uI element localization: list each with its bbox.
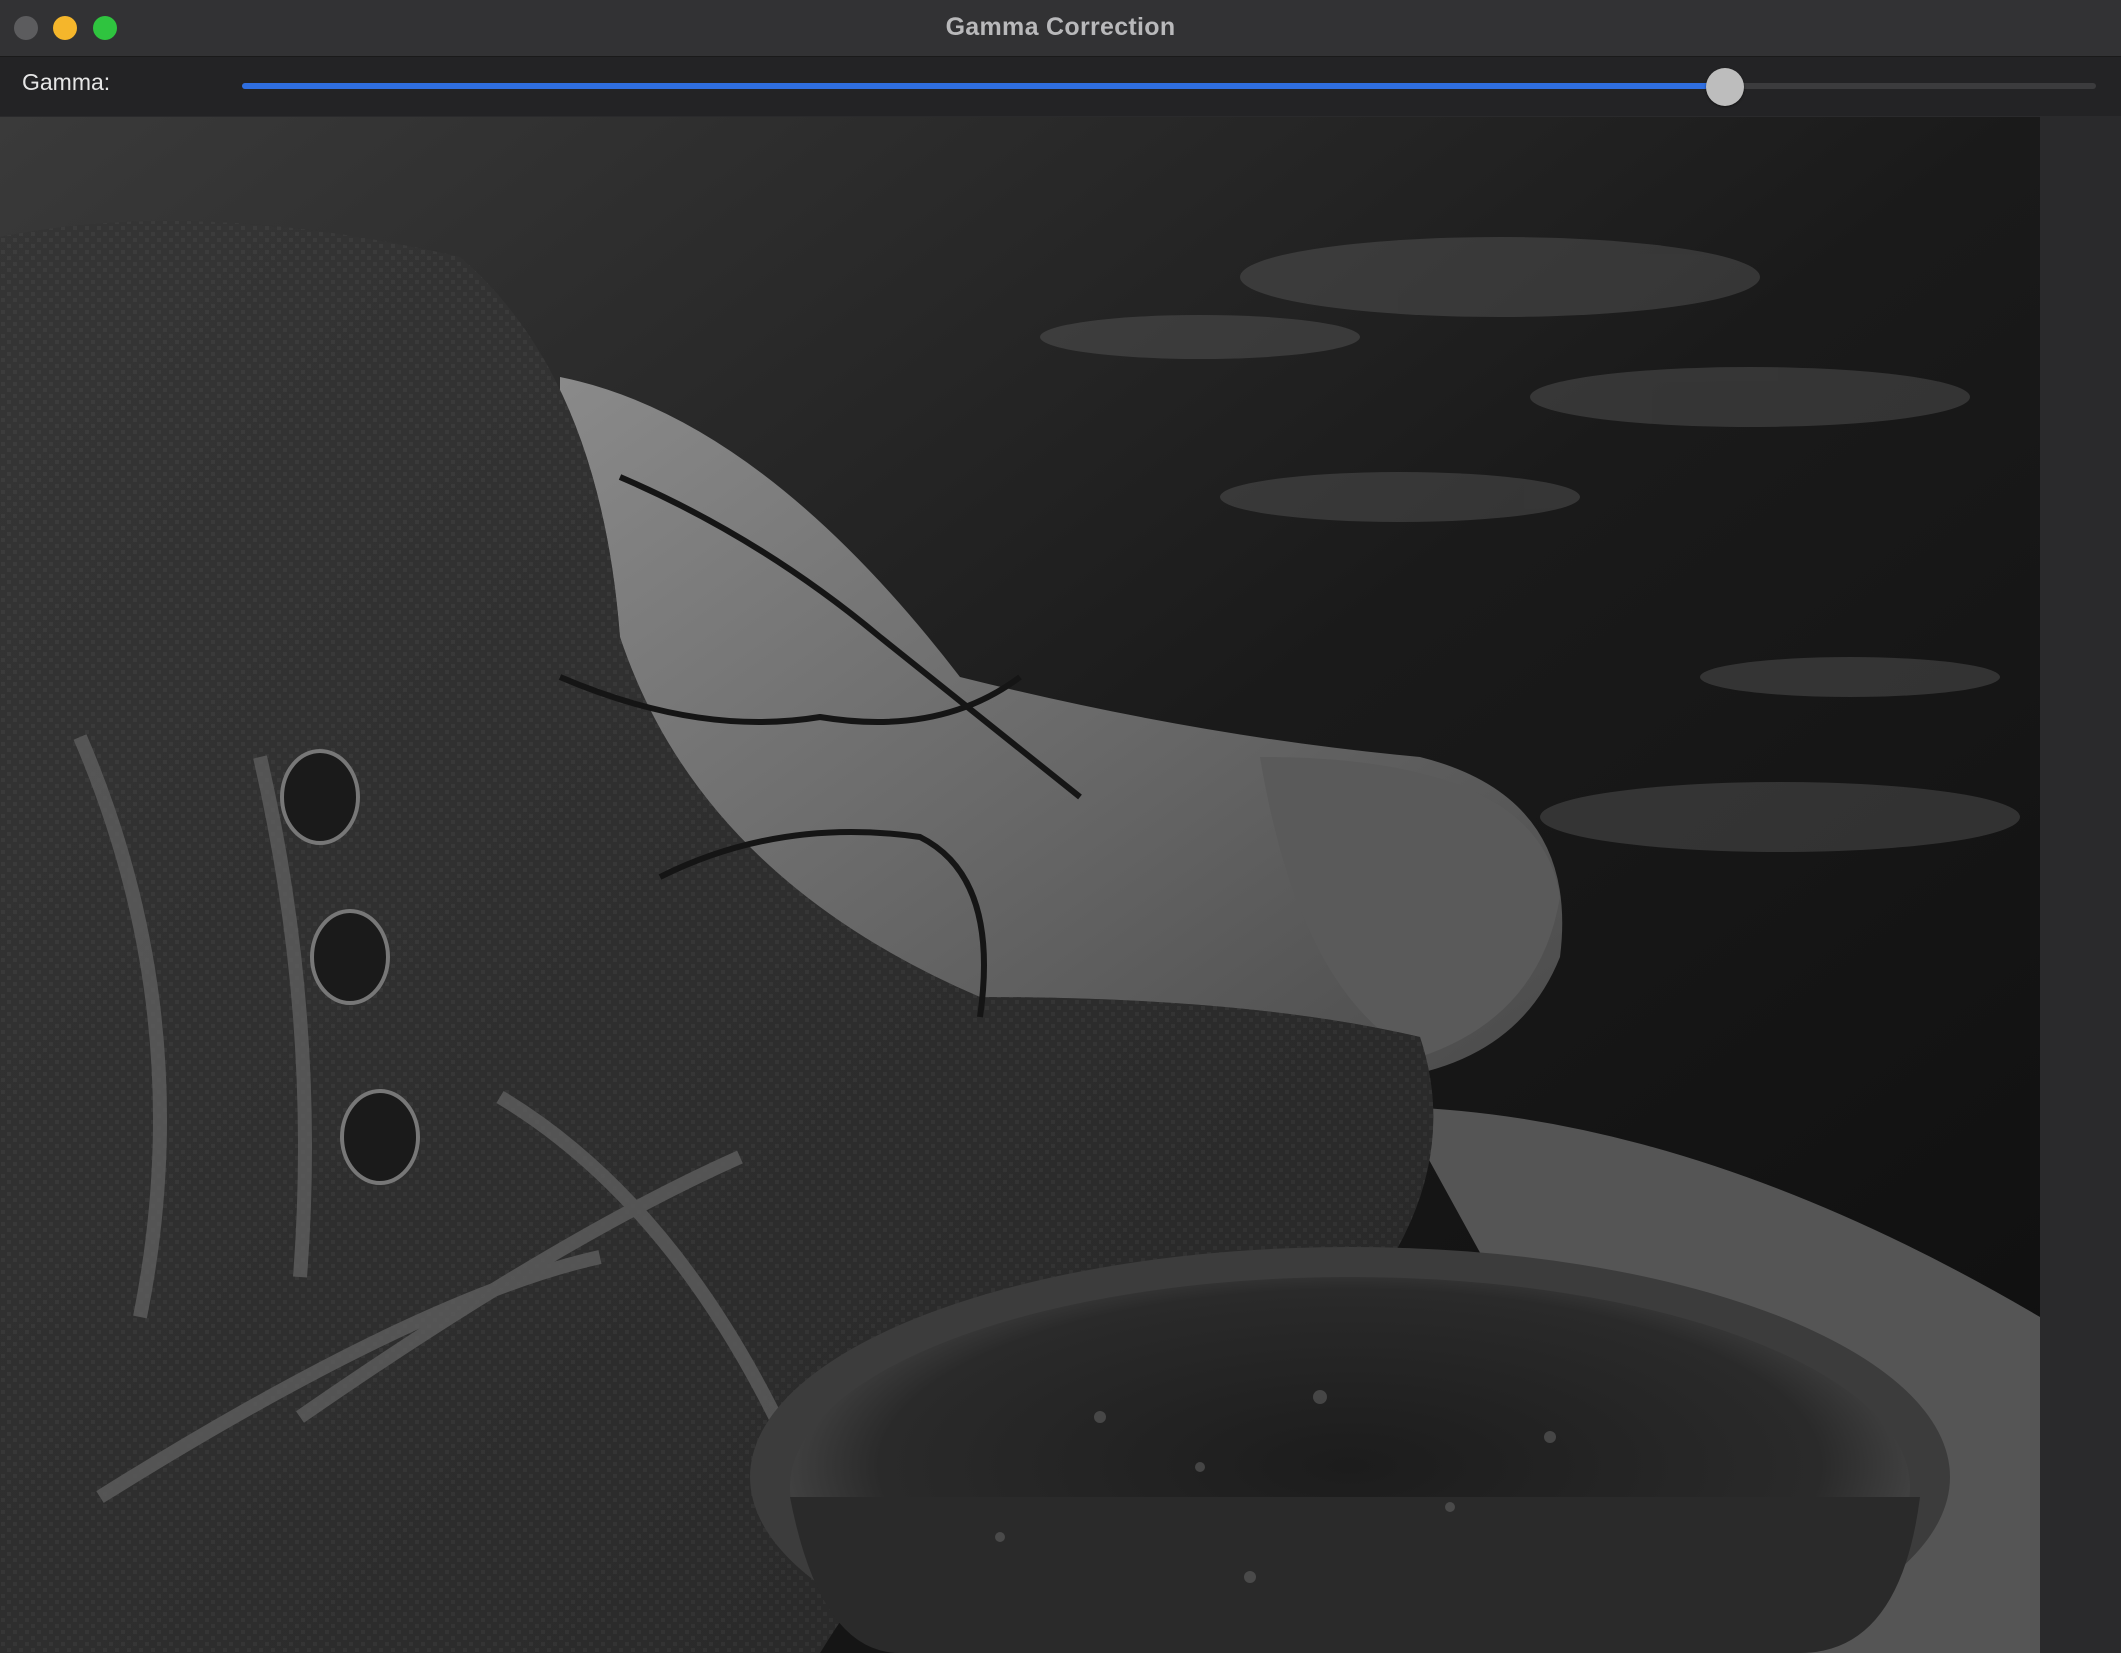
app-window: Gamma Correction Gamma:: [0, 0, 2121, 1653]
gamma-slider[interactable]: [242, 67, 2096, 107]
window-title: Gamma Correction: [945, 13, 1176, 41]
slider-fill: [242, 83, 1725, 89]
image-view: [0, 117, 2040, 1653]
gamma-toolbar: Gamma:: [0, 57, 2121, 116]
slider-thumb[interactable]: [1706, 68, 1744, 106]
photo-preview: [0, 117, 2040, 1653]
gamma-label: Gamma:: [22, 69, 111, 95]
title-bar[interactable]: Gamma Correction: [0, 0, 2121, 57]
image-right-margin: [2040, 117, 2121, 1653]
